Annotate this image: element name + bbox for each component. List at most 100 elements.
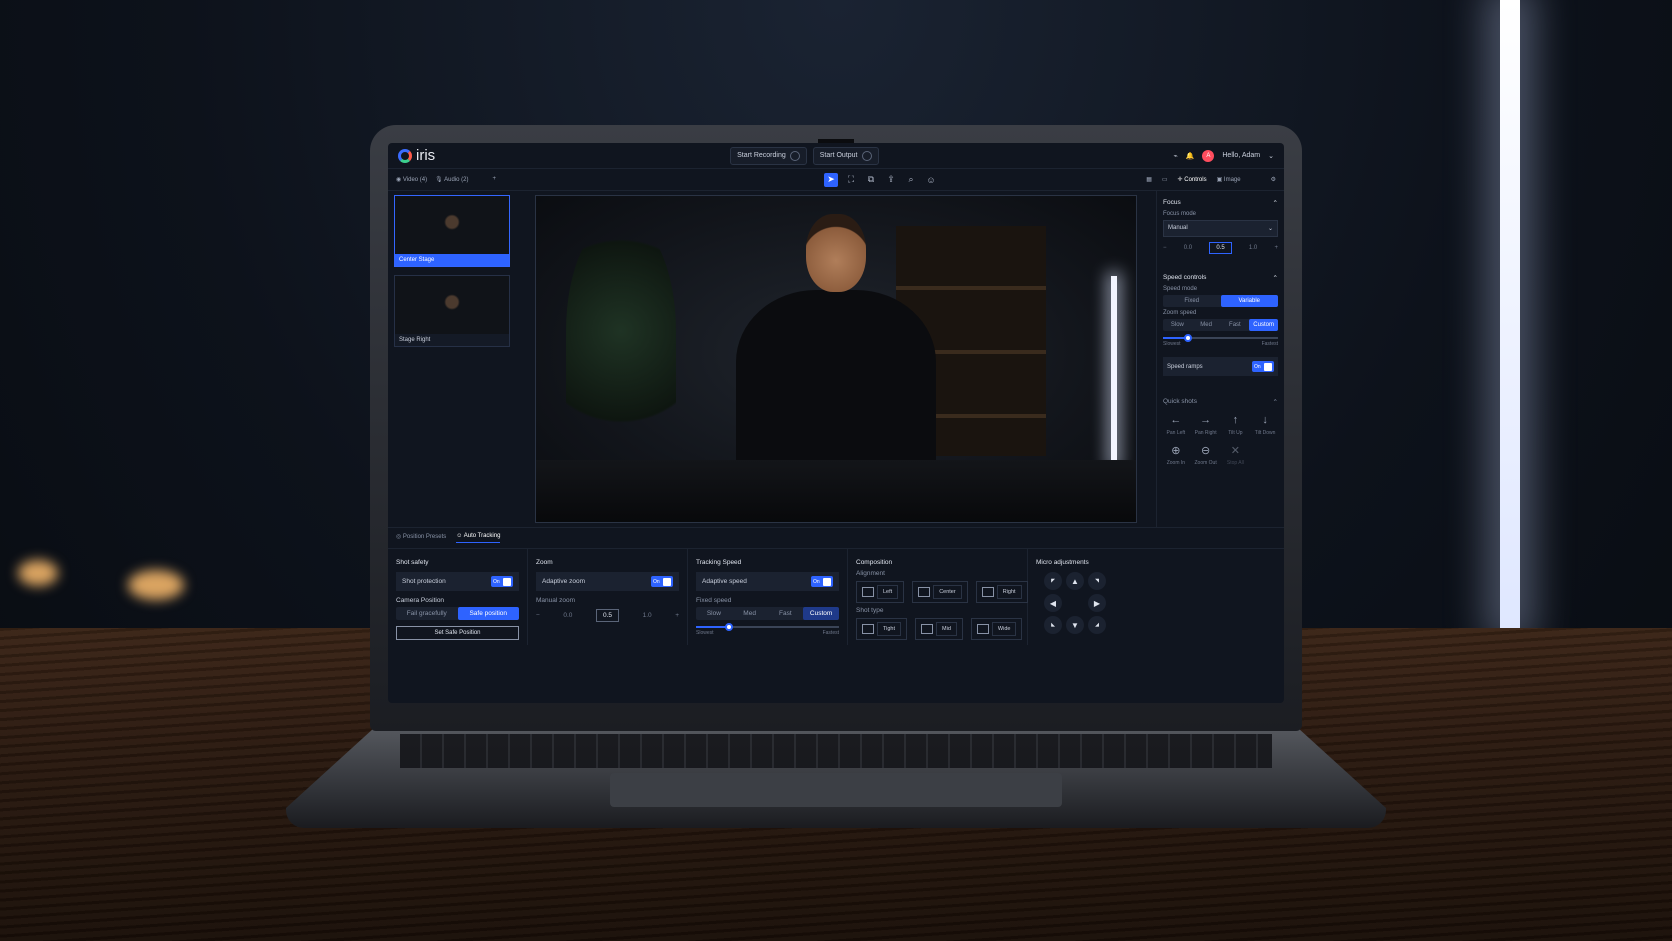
avatar[interactable]: A: [1202, 149, 1215, 162]
tracking-slow[interactable]: Slow: [696, 607, 732, 620]
plus-icon[interactable]: +: [1274, 245, 1278, 251]
nudge-right-icon[interactable]: ▶: [1088, 594, 1106, 612]
nudge-down-right-icon[interactable]: ◢: [1088, 616, 1106, 634]
presenter-body: [736, 290, 936, 470]
upload-icon[interactable]: ⇪: [884, 173, 898, 187]
zoom-out-button[interactable]: ⊖ Zoom Out: [1193, 440, 1219, 467]
adaptive-zoom-toggle[interactable]: On: [651, 576, 673, 587]
adaptive-speed-toggle[interactable]: On: [811, 576, 833, 587]
minus-icon[interactable]: −: [1163, 245, 1167, 251]
source-thumb[interactable]: Center Stage: [394, 195, 510, 267]
minus-icon[interactable]: −: [536, 612, 540, 619]
pan-right-label: Pan Right: [1194, 430, 1217, 436]
crop-icon[interactable]: ⧉: [864, 173, 878, 187]
nudge-up-right-icon[interactable]: ◥: [1088, 572, 1106, 590]
zoom-value[interactable]: 0.5: [595, 609, 620, 622]
tracking-custom[interactable]: Custom: [803, 607, 839, 620]
face-track-icon[interactable]: ☺: [924, 173, 938, 187]
nudge-up-icon[interactable]: ▲: [1066, 572, 1084, 590]
zoom-in-button[interactable]: ⊕ Zoom In: [1163, 440, 1189, 467]
composition-title: Composition: [856, 559, 893, 566]
shot-mid-button[interactable]: Mid: [915, 618, 963, 640]
pan-left-label: Pan Left: [1166, 430, 1186, 436]
tab-auto-label: Auto Tracking: [463, 533, 501, 539]
shot-tight-button[interactable]: Tight: [856, 618, 908, 640]
align-right-button[interactable]: Right: [975, 581, 1028, 603]
speed-fixed[interactable]: Fixed: [1163, 295, 1221, 307]
bokeh-light: [18, 560, 58, 586]
gear-icon[interactable]: ⚙: [1271, 176, 1276, 183]
chevron-up-icon[interactable]: ⌃: [1273, 398, 1278, 406]
start-recording-button[interactable]: Start Recording: [730, 146, 807, 165]
nudge-left-icon[interactable]: ◀: [1044, 594, 1062, 612]
tab-audio[interactable]: 🎙 Audio (2): [435, 176, 468, 183]
speed-ramps-toggle[interactable]: On: [1252, 361, 1274, 372]
set-safe-position-button[interactable]: Set Safe Position: [396, 626, 519, 640]
align-left-button[interactable]: Left: [856, 581, 905, 603]
tracking-fast[interactable]: Fast: [768, 607, 804, 620]
safe-position-option[interactable]: Safe position: [457, 607, 519, 620]
zoom-speed-slider[interactable]: [1163, 334, 1278, 342]
speed-variable[interactable]: Variable: [1220, 295, 1278, 307]
add-source-button[interactable]: +: [492, 176, 496, 183]
frame-icon[interactable]: ⛶: [844, 173, 858, 187]
tilt-down-button[interactable]: ↓ Tilt Down: [1252, 410, 1278, 436]
close-icon: ✕: [1230, 444, 1240, 457]
chevron-up-icon[interactable]: ⌃: [1273, 199, 1278, 207]
tab-position-presets[interactable]: ◎ Position Presets: [396, 533, 446, 543]
focus-value[interactable]: 0.5: [1209, 242, 1232, 254]
plus-icon[interactable]: +: [675, 612, 679, 619]
bell-icon[interactable]: 🔔: [1186, 152, 1195, 160]
focus-mode-value: Manual: [1168, 225, 1188, 231]
zoom-in-label: Zoom In: [1166, 460, 1186, 466]
source-thumb[interactable]: Stage Right: [394, 275, 510, 347]
grid-icon[interactable]: ▦: [1146, 176, 1152, 183]
tab-auto-tracking[interactable]: ☺ Auto Tracking: [456, 533, 501, 543]
slider-handle[interactable]: [724, 623, 733, 631]
zoom-med[interactable]: Med: [1192, 319, 1221, 331]
speed-mode-toggle: Fixed Variable: [1163, 295, 1278, 307]
zoom-slow[interactable]: Slow: [1163, 319, 1192, 331]
chevron-down-icon[interactable]: ⌄: [1268, 152, 1274, 160]
bottom-panel: ◎ Position Presets ☺ Auto Tracking Shot …: [388, 527, 1284, 645]
align-center-button[interactable]: Center: [912, 581, 968, 603]
tab-image[interactable]: ▣ Image: [1217, 176, 1241, 183]
tracking-speed-title: Tracking Speed: [696, 559, 742, 566]
zoom-out-icon: ⊖: [1201, 444, 1211, 457]
user-greeting[interactable]: Hello, Adam: [1222, 152, 1260, 159]
fail-gracefully-option[interactable]: Fail gracefully: [396, 607, 458, 620]
toggle-on-label: On: [813, 578, 820, 585]
pointer-icon[interactable]: ➤: [824, 172, 838, 187]
arrow-up-icon: ↑: [1232, 414, 1239, 426]
camera-position-toggle: Fail gracefully Safe position: [396, 607, 519, 620]
logo: iris: [398, 147, 435, 164]
speed-ramps-row: Speed ramps On: [1163, 357, 1278, 376]
stop-all-button[interactable]: ✕ Stop All: [1223, 440, 1249, 467]
pan-left-button[interactable]: ← Pan Left: [1163, 410, 1189, 436]
nudge-up-left-icon[interactable]: ◤: [1044, 572, 1062, 590]
tab-video[interactable]: ◉ Video (4): [396, 176, 427, 183]
layout-icon[interactable]: ▭: [1162, 176, 1168, 183]
toggle-on-label: On: [653, 578, 660, 585]
zoom-icon[interactable]: ⌕: [904, 173, 918, 187]
nudge-down-icon[interactable]: ▼: [1066, 616, 1084, 634]
start-output-button[interactable]: Start Output: [812, 146, 879, 165]
focus-mode-select[interactable]: Manual ⌄: [1163, 220, 1278, 237]
video-preview[interactable]: [535, 195, 1137, 523]
tab-controls[interactable]: ✛ Controls: [1178, 176, 1207, 183]
tilt-up-button[interactable]: ↑ Tilt Up: [1223, 410, 1249, 436]
controls-panel: Focus ⌃ Focus mode Manual ⌄ − 0.0 0.5 1.0 + Sp…: [1156, 191, 1284, 527]
pan-right-button[interactable]: → Pan Right: [1193, 410, 1219, 436]
chevron-up-icon[interactable]: ⌃: [1273, 274, 1278, 282]
shot-protection-label: Shot protection: [402, 578, 446, 585]
tracking-speed-slider[interactable]: [696, 623, 839, 631]
tracking-med[interactable]: Med: [732, 607, 768, 620]
arrow-right-icon: →: [1200, 414, 1212, 426]
shot-protection-toggle[interactable]: On: [491, 576, 513, 587]
nudge-down-left-icon[interactable]: ◣: [1044, 616, 1062, 634]
settings-icon: [861, 150, 872, 161]
zoom-custom[interactable]: Custom: [1249, 319, 1278, 331]
activity-icon[interactable]: ⌁: [1173, 152, 1177, 160]
shot-wide-button[interactable]: Wide: [970, 618, 1023, 640]
zoom-fast[interactable]: Fast: [1221, 319, 1250, 331]
